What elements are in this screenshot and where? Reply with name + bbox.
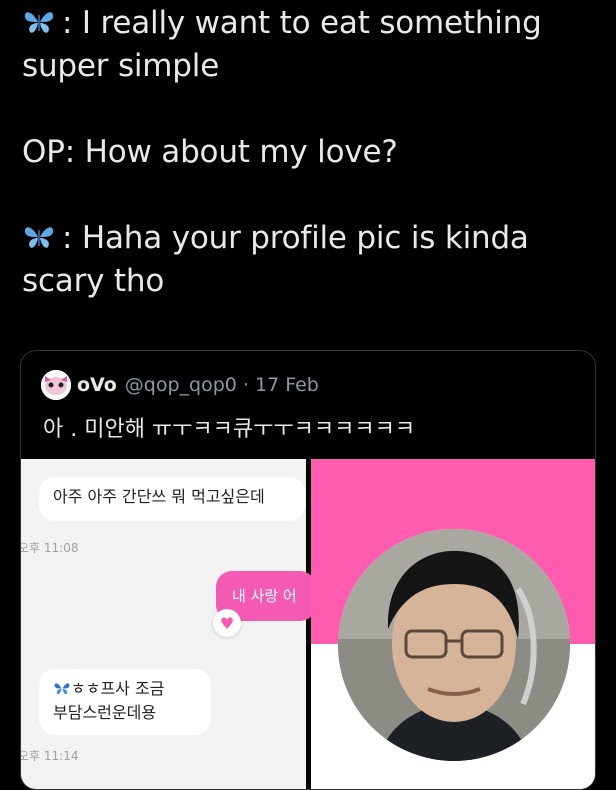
- heart-icon: ♥: [213, 609, 241, 637]
- quote-avatar[interactable]: [41, 370, 71, 400]
- quote-header: oVo @qop_qop0 · 17 Feb: [41, 370, 319, 400]
- profile-photo: [338, 529, 570, 761]
- chat-timestamp: 오후 11:14: [20, 749, 79, 763]
- chat-bubble-line: ㅎㅎ프사 조금: [53, 677, 197, 701]
- butterfly-icon: [54, 683, 70, 695]
- chat-bubble-incoming-2: ㅎㅎ프사 조금 부담스런운데용: [39, 669, 211, 735]
- quote-text: 아 . 미안해 ㅠㅜㅋㅋ큐ㅜㅜㅋㅋㅋㅋㅋㅋ: [43, 417, 416, 442]
- quote-handle-date: @qop_qop0 · 17 Feb: [124, 374, 319, 396]
- chat-timestamp: 오후 11:08: [20, 541, 79, 555]
- tweet-line-1: : I really want to eat something super s…: [22, 2, 612, 88]
- avatar-icon: [41, 370, 71, 400]
- butterfly-icon: [24, 12, 54, 33]
- tweet-line-1-text: : I really want to eat something super s…: [22, 5, 542, 84]
- chat-bubble-text-2: 부담스런운데용: [53, 703, 157, 722]
- chat-bubble-incoming: 아주 아주 간단쓰 뭐 먹고싶은데: [39, 477, 305, 521]
- quote-display-name[interactable]: oVo: [77, 374, 117, 396]
- quote-tweet-card[interactable]: oVo @qop_qop0 · 17 Feb 아 . 미안해 ㅠㅜㅋㅋ큐ㅜㅜㅋㅋ…: [20, 350, 596, 790]
- tweet-line-3: : Haha your profile pic is kinda scary t…: [22, 217, 612, 303]
- butterfly-icon: [24, 227, 54, 248]
- profile-screenshot[interactable]: [311, 459, 595, 789]
- chat-screenshot[interactable]: 아주 아주 간단쓰 뭐 먹고싶은데 오후 11:08 내 사랑 어 ♥ ㅎㅎ프사…: [20, 459, 316, 789]
- profile-picture: [338, 529, 570, 761]
- tweet-line-2: OP: How about my love?: [22, 134, 398, 170]
- chat-bubble-text-1: ㅎㅎ프사 조금: [71, 679, 165, 698]
- tweet-line-3-text: : Haha your profile pic is kinda scary t…: [22, 220, 529, 299]
- tweet-text: : I really want to eat something super s…: [22, 2, 612, 303]
